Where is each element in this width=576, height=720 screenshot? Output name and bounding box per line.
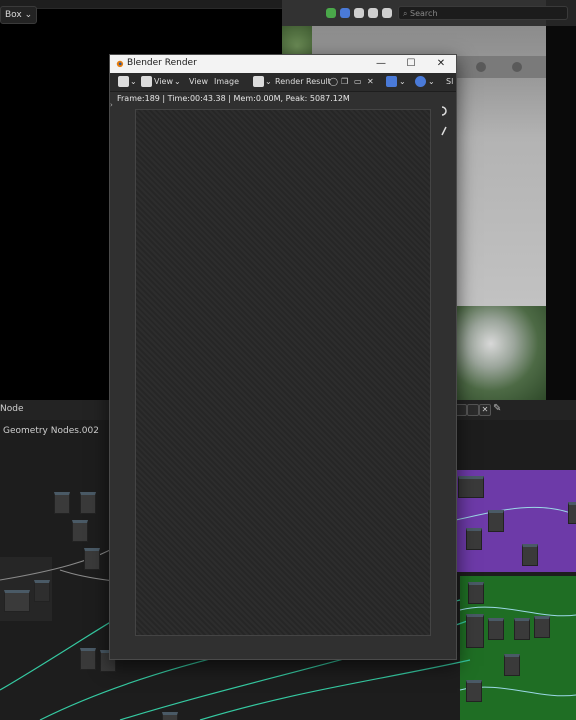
left-area-header — [0, 0, 282, 9]
editor-type-icon[interactable] — [118, 76, 129, 87]
folder-icon[interactable]: ▭ — [354, 76, 362, 88]
region-expand-icon[interactable]: › — [110, 101, 113, 109]
image-mode-icon[interactable] — [141, 76, 152, 87]
chevron-down-icon[interactable]: ⌄ — [399, 76, 406, 88]
node[interactable] — [466, 614, 484, 648]
maximize-button[interactable]: ☐ — [396, 55, 426, 73]
view-menu-2[interactable]: View — [189, 76, 208, 88]
search-placeholder: Search — [410, 9, 438, 18]
node[interactable] — [4, 590, 30, 612]
slot-label[interactable]: Sl — [446, 76, 453, 88]
viewport-bolt — [476, 62, 486, 72]
window-titlebar[interactable]: Blender Render — ☐ ✕ — [110, 55, 456, 73]
node[interactable] — [72, 520, 88, 542]
chevron-down-icon[interactable]: ⌄ — [174, 76, 181, 88]
node[interactable] — [458, 476, 484, 498]
node[interactable] — [534, 616, 550, 638]
image-browse-icon[interactable] — [253, 76, 264, 87]
select-mode-icon[interactable] — [340, 8, 350, 18]
overlay-icon[interactable] — [415, 76, 426, 87]
search-icon: ⌕ — [403, 9, 411, 18]
node[interactable] — [568, 502, 576, 524]
duplicate-icon[interactable]: ❐ — [341, 76, 348, 88]
image-editor-header: ⌄ View ⌄ View Image ⌄ Render Result ◯ ❐ … — [110, 73, 456, 92]
node[interactable] — [162, 712, 178, 720]
node[interactable] — [466, 680, 482, 702]
blender-logo-icon — [116, 60, 124, 68]
view-menu[interactable]: View — [154, 76, 173, 88]
image-menu[interactable]: Image — [214, 76, 239, 88]
node[interactable] — [54, 492, 70, 514]
render-result-canvas[interactable] — [135, 109, 431, 636]
world-icon[interactable] — [382, 8, 392, 18]
node[interactable] — [488, 510, 504, 532]
render-stats: Frame:189 | Time:00:43.38 | Mem:0.00M, P… — [117, 94, 350, 103]
node[interactable] — [80, 648, 96, 670]
viewport-search-input[interactable]: ⌕ Search — [398, 6, 568, 20]
fake-user-icon[interactable]: ◯ — [329, 76, 338, 88]
node[interactable] — [80, 492, 96, 514]
node[interactable] — [466, 528, 482, 550]
toolbar-toggle-icon[interactable] — [440, 101, 448, 116]
minimize-button[interactable]: — — [366, 55, 396, 73]
viewport-plant-leaves — [454, 306, 546, 400]
chevron-down-icon[interactable]: ⌄ — [265, 76, 272, 88]
window-title: Blender Render — [127, 58, 197, 68]
viewport-header: ⌕ Search — [282, 0, 576, 26]
box-select-menu[interactable]: Box ⌄ — [0, 6, 38, 24]
render-result-field[interactable]: Render Result — [275, 76, 331, 88]
viewport-bolt — [512, 62, 522, 72]
shading-icon[interactable] — [326, 8, 336, 18]
close-icon[interactable]: ✕ — [367, 76, 374, 88]
chevron-down-icon[interactable]: ⌄ — [428, 76, 435, 88]
node[interactable] — [34, 580, 50, 602]
sample-tool-icon[interactable] — [386, 76, 397, 87]
node[interactable] — [514, 618, 530, 640]
node[interactable] — [468, 582, 484, 604]
chevron-down-icon[interactable]: ⌄ — [130, 76, 137, 88]
node[interactable] — [488, 618, 504, 640]
close-button[interactable]: ✕ — [426, 55, 456, 73]
node[interactable] — [84, 548, 100, 570]
node[interactable] — [504, 654, 520, 676]
sidebar-toggle-icon[interactable] — [440, 121, 448, 136]
object-icon[interactable] — [354, 8, 364, 18]
render-window[interactable]: Blender Render — ☐ ✕ ⌄ View ⌄ View Image… — [109, 54, 457, 660]
material-icon[interactable] — [368, 8, 378, 18]
viewport-empty-area — [546, 0, 576, 400]
node[interactable] — [522, 544, 538, 566]
